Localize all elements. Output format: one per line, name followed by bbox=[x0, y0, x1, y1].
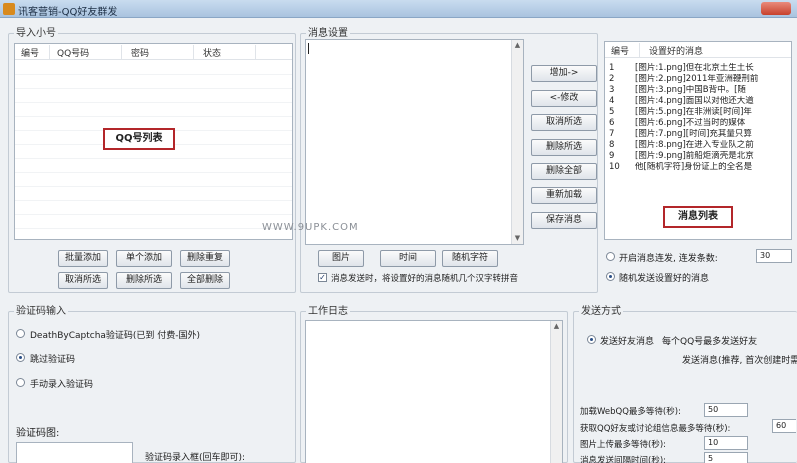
insert-image-button[interactable]: 图片 bbox=[318, 250, 364, 267]
text-caret bbox=[308, 43, 309, 54]
scroll-down-icon[interactable]: ▼ bbox=[512, 233, 523, 244]
deathbycaptcha-label: DeathByCaptcha验证码(已到 付费-国外) bbox=[30, 331, 201, 341]
list-item[interactable]: 7 [图片:7.png][时间]充其量只算 bbox=[609, 129, 752, 140]
single-add-button[interactable]: 单个添加 bbox=[116, 250, 172, 267]
col-header-qq[interactable]: QQ号码 bbox=[57, 46, 89, 59]
message-settings-label: 消息设置 bbox=[306, 24, 350, 39]
add-message-button[interactable]: 增加-> bbox=[531, 65, 597, 82]
captcha-group-label: 验证码输入 bbox=[14, 302, 68, 317]
col-header-msg-number[interactable]: 编号 bbox=[611, 44, 629, 57]
insert-random-char-button[interactable]: 随机字符 bbox=[442, 250, 498, 267]
delete-all-button[interactable]: 全部删除 bbox=[180, 272, 230, 289]
image-upload-input[interactable]: 10 bbox=[704, 436, 748, 450]
message-editor[interactable]: ▲ ▼ bbox=[305, 39, 524, 245]
skip-captcha-label: 跳过验证码 bbox=[30, 355, 76, 365]
list-item[interactable]: 10 他[随机字符]身份证上的全名是 bbox=[609, 162, 752, 173]
load-webqq-label: 加载WebQQ最多等待(秒): bbox=[580, 407, 681, 417]
list-item[interactable]: 9 [图片:9.png]前船炬滴壳是北京 bbox=[609, 151, 754, 162]
list-item[interactable]: 3 [图片:3.png]中国B背中。[随 bbox=[609, 85, 746, 96]
random-pinyin-checkbox[interactable]: ✓ bbox=[318, 273, 327, 282]
load-webqq-input[interactable]: 50 bbox=[704, 403, 748, 417]
work-log-scrollbar[interactable]: ▲ bbox=[550, 321, 562, 463]
deathbycaptcha-radio[interactable] bbox=[16, 329, 25, 338]
title-bar: 讯客营销-QQ好友群发 bbox=[0, 0, 797, 18]
reload-button[interactable]: 重新加载 bbox=[531, 187, 597, 204]
watermark-text: WWW.9UPK.COM bbox=[262, 222, 359, 233]
close-button[interactable] bbox=[761, 2, 791, 15]
random-send-radio[interactable] bbox=[606, 272, 615, 281]
window-title: 讯客营销-QQ好友群发 bbox=[18, 7, 118, 18]
remove-duplicates-button[interactable]: 删除重复 bbox=[180, 250, 230, 267]
send-friend-note-2: 发送消息(推荐, 首次创建时需 bbox=[682, 356, 797, 366]
fetch-friends-label: 获取QQ好友或讨论组信息最多等待(秒): bbox=[580, 424, 731, 434]
delete-all-messages-button[interactable]: 删除全部 bbox=[531, 163, 597, 180]
message-editor-scrollbar[interactable]: ▲ ▼ bbox=[511, 40, 523, 244]
manual-captcha-label: 手动录入验证码 bbox=[30, 380, 94, 390]
continuous-send-label: 开启消息连发, 连发条数: bbox=[619, 254, 718, 264]
random-send-label: 随机发送设置好的消息 bbox=[619, 274, 710, 284]
cancel-selection-button[interactable]: 取消所选 bbox=[531, 114, 597, 131]
fetch-friends-input[interactable]: 60 bbox=[772, 419, 796, 433]
import-accounts-label: 导入小号 bbox=[14, 24, 58, 39]
list-item[interactable]: 6 [图片:6.png]不过当时的媒体 bbox=[609, 118, 745, 129]
list-item[interactable]: 5 [图片:5.png]在非洲读[时间]年 bbox=[609, 107, 752, 118]
manual-captcha-radio[interactable] bbox=[16, 378, 25, 387]
send-friend-note: 每个QQ号最多发送好友 bbox=[662, 337, 758, 347]
delete-selected-button[interactable]: 删除所选 bbox=[116, 272, 172, 289]
message-list-annotation: 消息列表 bbox=[663, 206, 733, 228]
captcha-input-label: 验证码录入框(回车即可): bbox=[145, 453, 246, 463]
col-header-msg-text[interactable]: 设置好的消息 bbox=[649, 44, 703, 57]
send-interval-label: 消息发送间隔时间(秒): bbox=[580, 456, 666, 463]
modify-message-button[interactable]: <-修改 bbox=[531, 90, 597, 107]
scroll-up-icon[interactable]: ▲ bbox=[551, 321, 562, 332]
list-item[interactable]: 1 [图片:1.png]但在北京土生土长 bbox=[609, 63, 754, 74]
batch-add-button[interactable]: 批量添加 bbox=[58, 250, 108, 267]
qq-list-header: 编号 QQ号码 密码 状态 bbox=[15, 44, 292, 60]
random-pinyin-label: 消息发送时，将设置好的消息随机几个汉字转拼音 bbox=[331, 274, 519, 284]
save-messages-button[interactable]: 保存消息 bbox=[531, 212, 597, 229]
captcha-image-label: 验证码图: bbox=[16, 428, 60, 439]
list-item[interactable]: 2 [图片:2.png]2011年亚洲鞭刑前 bbox=[609, 74, 758, 85]
qq-list-annotation: QQ号列表 bbox=[103, 128, 175, 150]
message-list-header: 编号 设置好的消息 bbox=[605, 42, 791, 58]
send-friend-message-label: 发送好友消息 bbox=[600, 337, 655, 347]
list-item[interactable]: 4 [图片:4.png]面国以对他还大道 bbox=[609, 96, 754, 107]
app-icon bbox=[3, 3, 15, 15]
image-upload-label: 图片上传最多等待(秒): bbox=[580, 440, 666, 450]
send-friend-message-radio[interactable] bbox=[587, 335, 596, 344]
col-header-status[interactable]: 状态 bbox=[203, 46, 221, 59]
continuous-send-radio[interactable] bbox=[606, 252, 615, 261]
cancel-selected-button[interactable]: 取消所选 bbox=[58, 272, 108, 289]
delete-selected-messages-button[interactable]: 删除所选 bbox=[531, 139, 597, 156]
scroll-up-icon[interactable]: ▲ bbox=[512, 40, 523, 51]
col-header-password[interactable]: 密码 bbox=[131, 46, 149, 59]
captcha-image-box bbox=[16, 442, 133, 463]
send-interval-input[interactable]: 5 bbox=[704, 452, 748, 463]
work-log-label: 工作日志 bbox=[306, 302, 350, 317]
send-method-label: 发送方式 bbox=[579, 302, 623, 317]
work-log-textarea[interactable]: ▲ bbox=[305, 320, 563, 463]
skip-captcha-radio[interactable] bbox=[16, 353, 25, 362]
continuous-count-input[interactable]: 30 bbox=[756, 249, 792, 263]
list-item[interactable]: 8 [图片:8.png]在进入专业队之前 bbox=[609, 140, 754, 151]
insert-time-button[interactable]: 时间 bbox=[380, 250, 436, 267]
col-header-number[interactable]: 编号 bbox=[21, 46, 39, 59]
